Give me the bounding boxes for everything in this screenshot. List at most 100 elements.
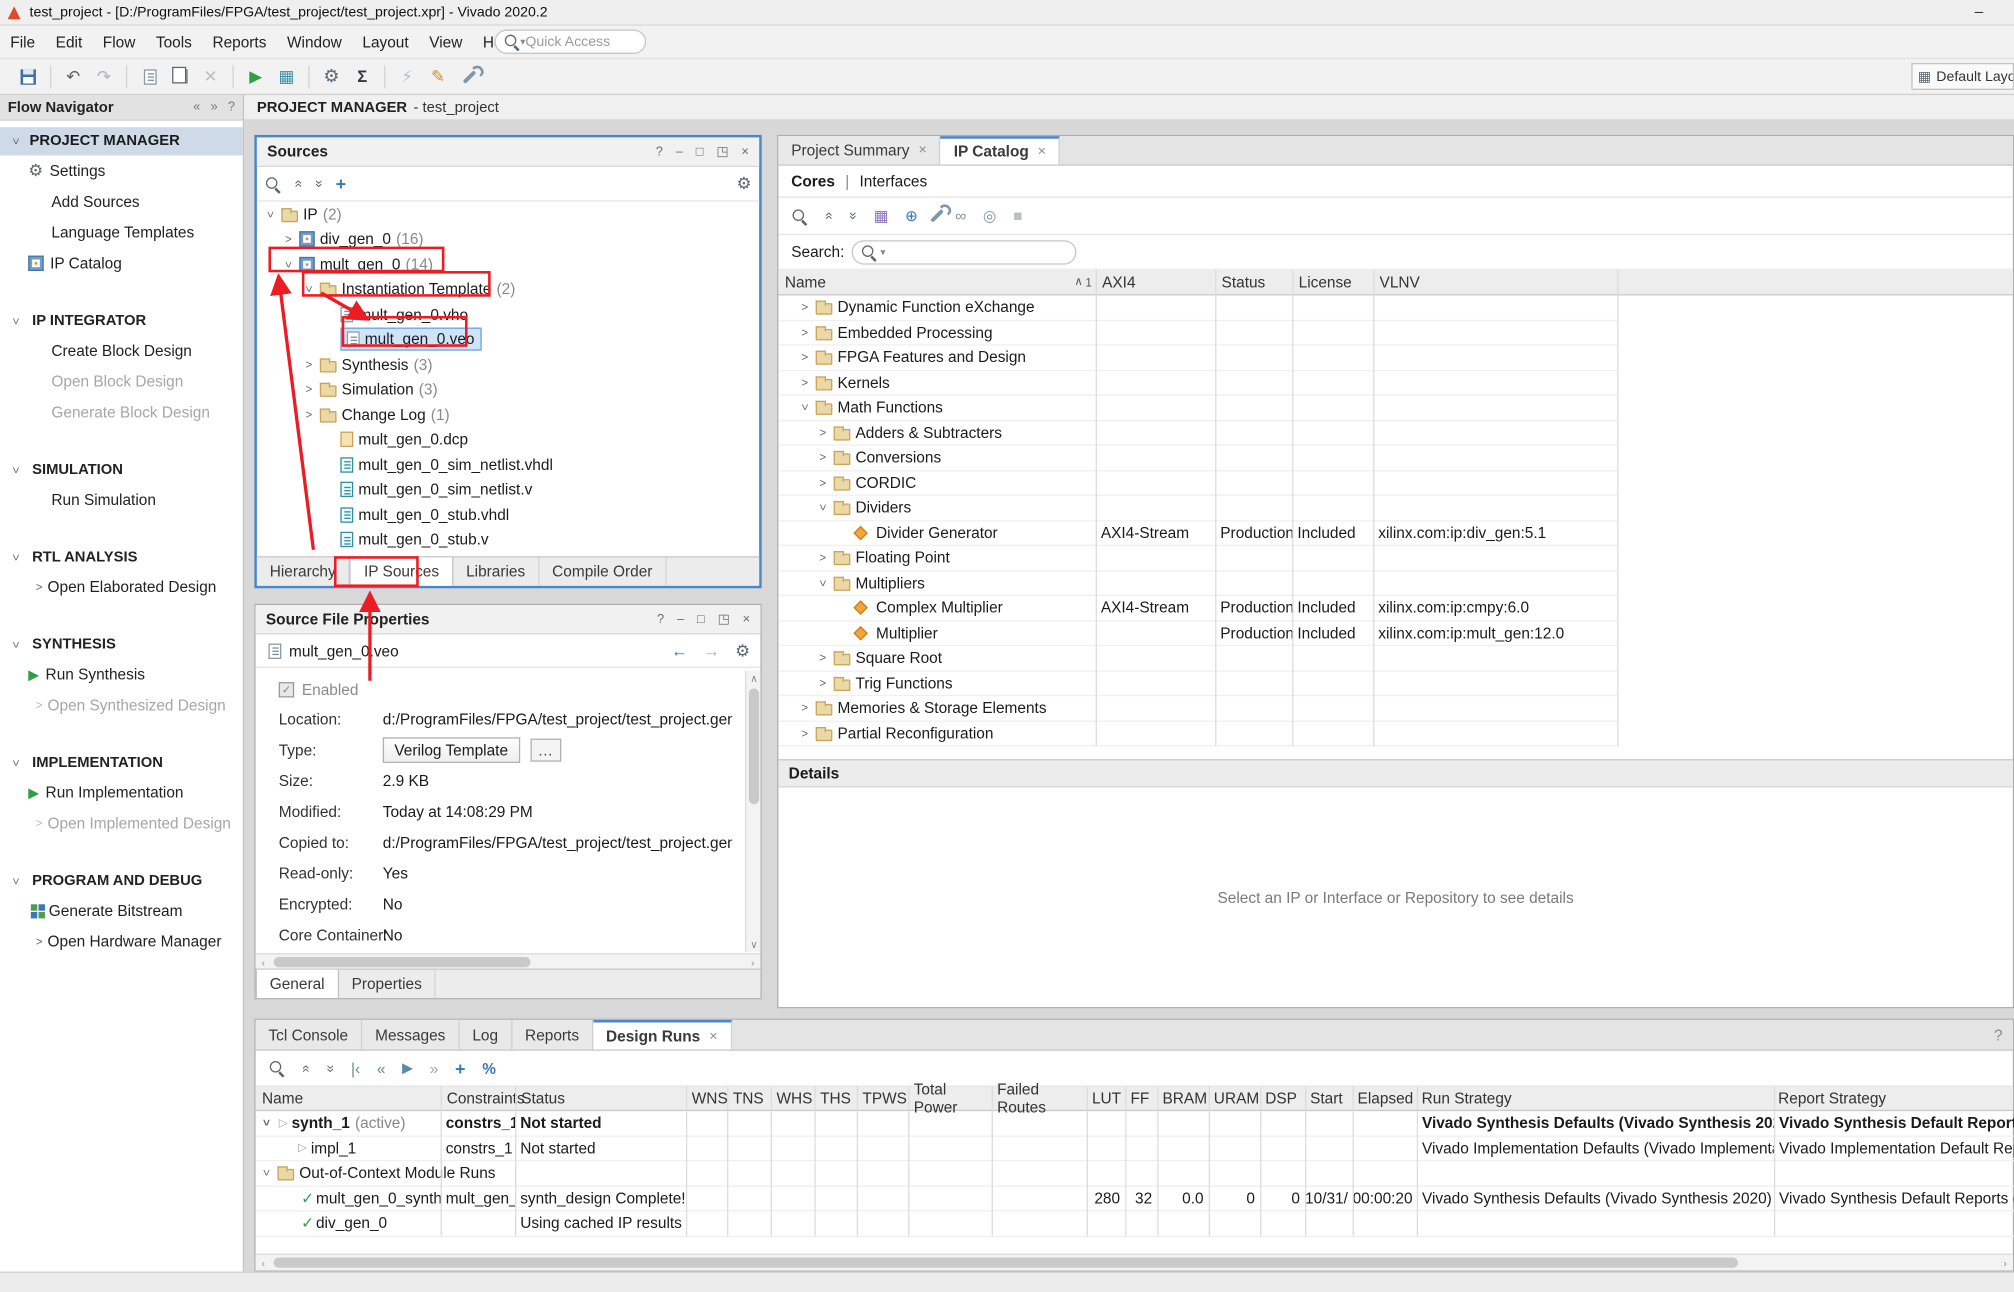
tab-hierarchy[interactable]: Hierarchy	[257, 557, 350, 585]
column-axi4[interactable]: AXI4	[1096, 270, 1215, 294]
ip-catalog-row[interactable]: > Floating Point	[778, 546, 1617, 571]
maximize-icon[interactable]: □	[697, 612, 705, 626]
close-icon[interactable]: ×	[918, 143, 926, 158]
ip-catalog-row[interactable]: > Conversions	[778, 446, 1617, 471]
column-name[interactable]: Name ∧ 1	[778, 270, 1095, 294]
copy-button[interactable]	[164, 62, 195, 90]
tools-button[interactable]	[453, 62, 484, 90]
tree-item-simulation[interactable]: > Simulation (3)	[257, 377, 759, 402]
expander-icon[interactable]: >	[814, 476, 831, 489]
layout-grid-button[interactable]: ▦	[271, 62, 302, 90]
settings-button[interactable]: ⚙	[316, 62, 347, 90]
subtab-cores[interactable]: Cores	[791, 172, 835, 190]
menu-file[interactable]: File	[0, 26, 45, 58]
properties-panel-header[interactable]: Source File Properties ? – □ ◳ ×	[256, 605, 761, 635]
section-expander-icon[interactable]: >	[10, 462, 23, 479]
scroll-left-icon[interactable]: ‹	[256, 954, 271, 969]
flow-item-add-sources[interactable]: Add Sources	[0, 186, 243, 217]
ip-catalog-row[interactable]: > Embedded Processing	[778, 320, 1617, 345]
search-icon[interactable]	[265, 175, 282, 192]
design-run-row-synth-1[interactable]: > ▷ synth_1 (active) constrs_1 Not start…	[256, 1111, 2014, 1136]
ip-catalog-row[interactable]: > Trig Functions	[778, 671, 1617, 696]
column-bram[interactable]: BRAM	[1156, 1087, 1207, 1110]
column-wns[interactable]: WNS	[685, 1087, 726, 1110]
design-run-group-ooc[interactable]: > Out-of-Context Module Runs	[256, 1161, 2014, 1186]
column-tns[interactable]: TNS	[726, 1087, 770, 1110]
section-header[interactable]: > PROGRAM AND DEBUG	[0, 867, 243, 895]
column-failed-routes[interactable]: Failed Routes	[991, 1087, 1086, 1110]
section-header[interactable]: > IP INTEGRATOR	[0, 307, 243, 335]
run-button[interactable]: ▶	[240, 62, 271, 90]
column-dsp[interactable]: DSP	[1259, 1087, 1304, 1110]
tab-compile-order[interactable]: Compile Order	[539, 557, 666, 585]
tree-item-ip[interactable]: > IP (2)	[257, 202, 759, 227]
section-header[interactable]: > SYNTHESIS	[0, 631, 243, 659]
section-expander-icon[interactable]: >	[10, 873, 23, 890]
flow-item-run-simulation[interactable]: Run Simulation	[0, 484, 243, 515]
ip-catalog-row[interactable]: > Dynamic Function eXchange	[778, 295, 1617, 320]
save-button[interactable]	[13, 62, 44, 90]
program-device-button[interactable]: ⚡	[392, 62, 423, 90]
tree-item-sim-netlist-v[interactable]: > mult_gen_0_sim_netlist.v	[257, 477, 759, 502]
expand-all-icon[interactable]: »	[323, 1064, 338, 1072]
vertical-scrollbar[interactable]: ∧ ∨	[745, 671, 760, 952]
default-layout-select[interactable]: ▦ Default Layou	[1911, 63, 2014, 90]
browse-button[interactable]: …	[530, 739, 561, 762]
horizontal-scrollbar[interactable]: ‹ ›	[256, 1254, 2013, 1271]
column-total-power[interactable]: Total Power	[907, 1087, 990, 1110]
expander-icon[interactable]: >	[814, 677, 831, 690]
menu-edit[interactable]: Edit	[45, 26, 92, 58]
menu-reports[interactable]: Reports	[202, 26, 277, 58]
tab-project-summary[interactable]: Project Summary ×	[778, 136, 940, 164]
tree-item-mult-gen-0-veo[interactable]: > mult_gen_0.veo	[257, 327, 759, 352]
tab-libraries[interactable]: Libraries	[453, 557, 539, 585]
help-icon[interactable]: ?	[1994, 1026, 2003, 1044]
minimize-icon[interactable]: –	[676, 145, 683, 159]
gear-icon[interactable]: ⚙	[736, 173, 751, 194]
flow-item-settings[interactable]: ⚙ Settings	[0, 155, 243, 186]
open-file-button[interactable]	[134, 62, 165, 90]
tree-item-stub-v[interactable]: > mult_gen_0_stub.v	[257, 527, 759, 552]
expand-pane-icon[interactable]: »	[210, 100, 217, 114]
tree-item-mult-gen-0-dcp[interactable]: > mult_gen_0.dcp	[257, 427, 759, 452]
tab-design-runs[interactable]: Design Runs ×	[593, 1020, 731, 1050]
help-icon[interactable]: ?	[656, 145, 663, 159]
expander-icon[interactable]: >	[301, 408, 318, 421]
scroll-down-icon[interactable]: ∨	[746, 936, 761, 951]
tree-item-div-gen-0[interactable]: > div_gen_0 (16)	[257, 227, 759, 252]
close-icon[interactable]: ×	[743, 612, 751, 626]
chevron-right-icon[interactable]: >	[31, 935, 48, 948]
section-expander-icon[interactable]: >	[10, 549, 23, 566]
section-header[interactable]: > RTL ANALYSIS	[0, 543, 243, 571]
edit-button[interactable]: ✎	[423, 62, 454, 90]
tab-general[interactable]: General	[256, 970, 339, 998]
column-elapsed[interactable]: Elapsed	[1351, 1087, 1415, 1110]
column-start[interactable]: Start	[1304, 1087, 1351, 1110]
subtab-interfaces[interactable]: Interfaces	[860, 172, 928, 190]
collapse-all-icon[interactable]: »	[821, 212, 836, 220]
expander-icon[interactable]: >	[301, 358, 318, 371]
forward-icon[interactable]: →	[703, 641, 720, 660]
expander-icon[interactable]: >	[816, 499, 829, 516]
quick-access-search[interactable]: ▾	[495, 30, 647, 54]
expander-icon[interactable]: >	[816, 574, 829, 591]
tree-item-mult-gen-0[interactable]: > mult_gen_0 (14)	[257, 252, 759, 277]
horizontal-scrollbar[interactable]: ‹ ›	[256, 953, 761, 970]
redo-button[interactable]: ↷	[89, 62, 120, 90]
column-report-strategy[interactable]: Report Strategy	[1772, 1087, 2013, 1110]
web-icon[interactable]: ◎	[983, 207, 996, 225]
collapse-all-icon[interactable]: »	[298, 1064, 313, 1072]
help-icon[interactable]: ?	[657, 612, 664, 626]
add-repository-icon[interactable]: ⊕	[905, 207, 918, 225]
column-ths[interactable]: THS	[814, 1087, 856, 1110]
close-icon[interactable]: ×	[709, 1028, 717, 1043]
flow-item-open-elaborated-design[interactable]: > Open Elaborated Design	[0, 572, 243, 603]
expander-icon[interactable]: >	[264, 206, 277, 223]
column-whs[interactable]: WHS	[770, 1087, 814, 1110]
column-lut[interactable]: LUT	[1086, 1087, 1124, 1110]
column-tpws[interactable]: TPWS	[856, 1087, 907, 1110]
expander-icon[interactable]: >	[796, 326, 813, 339]
ip-catalog-row[interactable]: > Multipliers	[778, 571, 1617, 596]
report-sum-button[interactable]: Σ	[347, 62, 378, 90]
tree-item-stub-vhdl[interactable]: > mult_gen_0_stub.vhdl	[257, 502, 759, 527]
